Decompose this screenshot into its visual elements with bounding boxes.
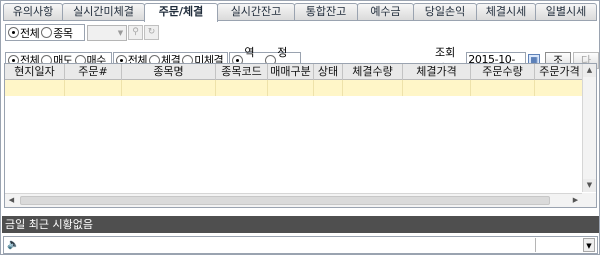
tab-daily-pnl[interactable]: 당일손익 [413, 3, 477, 21]
table-cell [314, 80, 343, 96]
order-fill-window: 유의사항 실시간미체결 주문/체결 실시간잔고 통합잔고 예수금 당일손익 체결… [0, 0, 600, 255]
radio-dot [8, 27, 19, 38]
table-cell [268, 80, 314, 96]
tab-bar: 유의사항 실시간미체결 주문/체결 실시간잔고 통합잔고 예수금 당일손익 체결… [3, 3, 597, 22]
tab-realtime-unfilled[interactable]: 실시간미체결 [62, 3, 145, 21]
tab-notice[interactable]: 유의사항 [3, 3, 63, 21]
table-cell [5, 80, 65, 96]
horizontal-scrollbar[interactable]: ◀ ▶ [5, 193, 582, 207]
scroll-corner [582, 193, 596, 207]
table-cell [535, 80, 585, 96]
scroll-thumb[interactable] [20, 196, 550, 205]
table-cell [65, 80, 122, 96]
order-fill-grid: 현지일자 주문# 종목명 종목코드 매매구분 상태 체결수량 체결가격 주문수량… [4, 63, 597, 208]
col-header-order-price[interactable]: 주문가격 [535, 64, 585, 80]
item-filter-group: 전체 종목 [5, 24, 85, 41]
table-cell [471, 80, 535, 96]
grid-header: 현지일자 주문# 종목명 종목코드 매매구분 상태 체결수량 체결가격 주문수량… [5, 64, 585, 80]
col-header-item-name[interactable]: 종목명 [122, 64, 216, 80]
col-header-item-code[interactable]: 종목코드 [216, 64, 268, 80]
scroll-right-icon[interactable]: ▶ [569, 194, 582, 207]
tab-realtime-balance[interactable]: 실시간잔고 [217, 3, 295, 21]
chevron-down-icon: ▼ [117, 28, 124, 37]
col-header-local-date[interactable]: 현지일자 [5, 64, 65, 80]
scroll-down-icon[interactable]: ▼ [583, 179, 596, 192]
col-header-fill-qty[interactable]: 체결수량 [343, 64, 403, 80]
tab-daily-quote[interactable]: 일별시세 [535, 3, 597, 21]
scroll-up-icon[interactable]: ▲ [583, 64, 596, 77]
tab-deposit[interactable]: 예수금 [357, 3, 414, 21]
radio-label: 전체 [20, 26, 40, 40]
col-header-trade-type[interactable]: 매매구분 [268, 64, 314, 80]
col-header-fill-price[interactable]: 체결가격 [403, 64, 471, 80]
tab-fill-quote[interactable]: 체결시세 [476, 3, 536, 21]
table-cell [216, 80, 268, 96]
radio-label: 종목 [53, 26, 73, 40]
speaker-icon[interactable]: 🔈 [7, 239, 19, 251]
message-bar: 🔈 ▼ [3, 236, 598, 254]
col-header-status[interactable]: 상태 [314, 64, 343, 80]
scroll-left-icon[interactable]: ◀ [5, 194, 18, 207]
search-icon[interactable]: ⚲ [128, 25, 143, 40]
filter-row-item: 전체 종목 ▼ ⚲ ↻ [5, 24, 159, 41]
item-code-combo[interactable]: ▼ [87, 24, 127, 41]
table-cell [122, 80, 216, 96]
table-cell [403, 80, 471, 96]
col-header-order-no[interactable]: 주문# [65, 64, 122, 80]
col-header-order-qty[interactable]: 주문수량 [471, 64, 535, 80]
radio-all-items[interactable]: 전체 [8, 26, 40, 40]
radio-by-item[interactable]: 종목 [41, 26, 73, 40]
message-combo[interactable]: ▼ [535, 238, 595, 252]
refresh-icon[interactable]: ↻ [144, 25, 159, 40]
radio-dot [41, 27, 53, 38]
table-row[interactable] [5, 80, 585, 96]
chevron-down-icon[interactable]: ▼ [583, 238, 595, 252]
table-cell [343, 80, 403, 96]
tab-integrated-balance[interactable]: 통합잔고 [294, 3, 358, 21]
tab-order-fill[interactable]: 주문/체결 [144, 3, 218, 22]
tab-underline [3, 20, 597, 21]
vertical-scrollbar[interactable]: ▲ ▼ [582, 64, 596, 192]
market-status-bar: 금일 최근 시황없음 [2, 216, 599, 233]
